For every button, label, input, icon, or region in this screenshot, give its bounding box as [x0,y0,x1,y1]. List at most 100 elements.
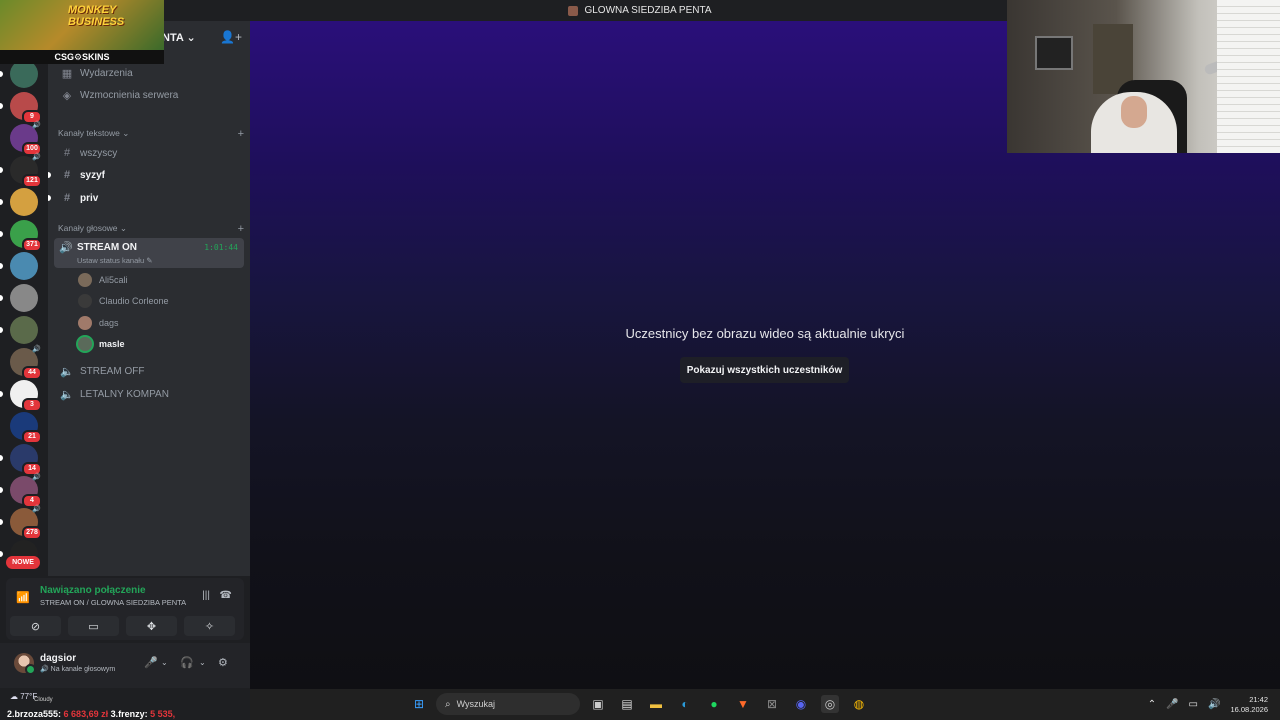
camera-off-icon: ⊘ [30,620,41,633]
text-channels-category[interactable]: Kanały tekstowe ⌄ + [58,128,244,140]
signal-icon[interactable]: 📶 [16,591,30,604]
task-view-icon[interactable]: ▣ [589,695,607,713]
channel-priv[interactable]: # priv [48,188,244,208]
sponsor-label: CSG⚙SKINS [0,50,164,64]
add-channel-icon[interactable]: + [238,223,244,235]
webcam-overlay [1007,0,1280,153]
server-icon-2[interactable]: 9 [0,92,42,124]
server-icon-4[interactable]: 🔊 121 [0,154,42,188]
clock[interactable]: 21:42 16.08.2026 [1230,695,1268,715]
chrome-icon[interactable]: ◍ [850,695,868,713]
system-tray: ⌃ 🎤 ▭ 🔊 21:42 16.08.2026 [1148,689,1268,720]
server-icon-3[interactable]: 🔊 100 [10,122,42,156]
server-boosts-item[interactable]: ◈ Wzmocnienia serwera [56,85,244,105]
server-icon-8[interactable] [0,284,38,312]
file-explorer-icon[interactable]: ▬ [647,695,665,713]
events-item[interactable]: ▦ Wydarzenia [56,63,244,83]
connection-status[interactable]: Nawiązano połączenie [40,585,146,596]
voice-member[interactable]: Claudio Corleone [78,292,169,310]
mention-badge: 371 [22,238,42,252]
chevron-down-icon[interactable]: ⌄ [199,658,206,667]
screen-share-button[interactable]: ▭ [68,616,119,636]
discord-icon[interactable]: ◉ [792,695,810,713]
leaderboard-line: 2.brzoza555: 6 683,69 zł 3.frenzy: 5 535… [7,709,176,719]
volume-icon[interactable]: 🔊 [1208,699,1220,710]
server-icon [568,5,579,16]
noise-suppression-icon[interactable]: ||| [202,590,210,601]
mention-badge: 3 [22,398,42,412]
add-channel-icon[interactable]: + [238,128,244,140]
chevron-down-icon[interactable]: ⌄ [161,658,168,667]
obs-icon[interactable]: ◎ [821,695,839,713]
username[interactable]: dagsior [40,653,76,664]
store-icon[interactable]: ▤ [618,695,636,713]
camera-button[interactable]: ⊘ [10,616,61,636]
brave-icon[interactable]: ▼ [734,695,752,713]
voice-channel-stream-on[interactable]: 🔊 STREAM ON 1:01:44 Ustaw status kanału … [54,238,244,268]
screen-share-icon: ▭ [88,620,99,633]
stream-ticker: ☁ 77°F Cloudy 2.brzoza555: 6 683,69 zł 3… [7,692,176,719]
voice-channel-letalny-kompan[interactable]: 🔈 LETALNY KOMPAN [56,384,244,404]
channel-syzyf[interactable]: # syzyf [48,165,244,185]
terminal-icon[interactable]: ⊠ [763,695,781,713]
spotify-icon[interactable]: ● [705,695,723,713]
connected-channel[interactable]: STREAM ON / GLOWNA SIEDZIBA PENTA [40,598,186,607]
server-icon-9[interactable] [0,316,38,344]
disconnect-icon[interactable]: ☎ [220,590,232,601]
window-title-text: GLOWNA SIEDZIBA PENTA [584,5,712,16]
microphone-icon[interactable]: 🎤 [144,656,158,669]
channel-wszyscy[interactable]: # wszyscy [56,143,244,163]
voice-member[interactable]: Ali5cali [78,271,128,289]
soundboard-button[interactable]: ✧ [184,616,235,636]
mention-badge: 21 [22,430,42,444]
speaker-icon: 🔊 [59,242,73,254]
soundboard-icon: ✧ [204,620,215,633]
hash-icon: # [63,147,71,159]
network-icon[interactable]: ▭ [1189,699,1198,710]
activities-button[interactable]: ✥ [126,616,177,636]
server-icon-11[interactable]: 3 [0,380,42,412]
voice-member[interactable]: dags [78,314,119,332]
voice-member-speaking[interactable]: masle [78,335,125,353]
headphones-icon[interactable]: 🎧 [180,656,194,669]
boost-icon: ◈ [62,89,72,102]
user-panel: dagsior 🔊 Na kanale głosowym 🎤 ⌄ 🎧 ⌄ ⚙ [0,643,250,688]
hash-icon: # [63,169,71,181]
server-icon-1[interactable] [0,60,38,88]
unread-indicator [48,195,51,201]
user-avatar[interactable] [14,653,36,675]
voice-channels-category[interactable]: Kanały głosowe ⌄ + [58,223,244,235]
settings-gear-icon[interactable]: ⚙ [218,656,228,669]
mention-badge: 44 [22,366,42,380]
server-icon-10[interactable]: 🔊 44 [10,346,42,380]
set-channel-status[interactable]: Ustaw status kanału ✎ [77,256,153,265]
taskbar-search[interactable]: ⌕ Wyszukaj [436,693,580,715]
show-all-participants-button[interactable]: Pokazuj wszystkich uczestników [680,357,849,383]
server-icon-5[interactable] [0,188,38,216]
stream-logo-overlay: MONKEY BUSINESS CSG⚙SKINS [0,0,164,64]
speaker-icon: 🔈 [60,388,74,401]
server-icon-14[interactable]: 🔊 4 [0,474,42,508]
mention-badge: 121 [22,174,42,188]
edge-icon[interactable]: ◐ [676,695,694,713]
speaker-icon: 🔊 [32,154,41,161]
calendar-icon: ▦ [61,67,73,80]
avatar [78,273,92,287]
start-menu-icon[interactable]: ⊞ [410,695,428,713]
speaker-icon: 🔊 [32,474,41,481]
server-icon-13[interactable]: 14 [0,444,42,476]
microphone-icon[interactable]: 🎤 [1166,699,1178,710]
voice-channel-stream-off[interactable]: 🔈 STREAM OFF [56,361,244,381]
server-icon-12[interactable]: 21 [10,412,42,444]
server-rail: 9 🔊 100 🔊 121 371 🔊 44 3 21 14 🔊 4 🔊 278 NOWE [0,56,48,580]
new-servers-badge[interactable]: NOWE [6,556,40,569]
search-icon: ⌕ [445,698,451,710]
voice-connection-panel: 📶 Nawiązano połączenie STREAM ON / GLOWN… [6,578,244,640]
chevron-up-icon[interactable]: ⌃ [1148,699,1156,710]
server-icon-6[interactable]: 371 [0,220,42,252]
mention-badge: 278 [22,526,42,540]
invite-people-icon[interactable]: 👤+ [220,30,242,44]
activities-icon: ✥ [146,620,157,633]
server-icon-15[interactable]: 🔊 278 [0,506,42,540]
server-icon-7[interactable] [0,252,38,280]
